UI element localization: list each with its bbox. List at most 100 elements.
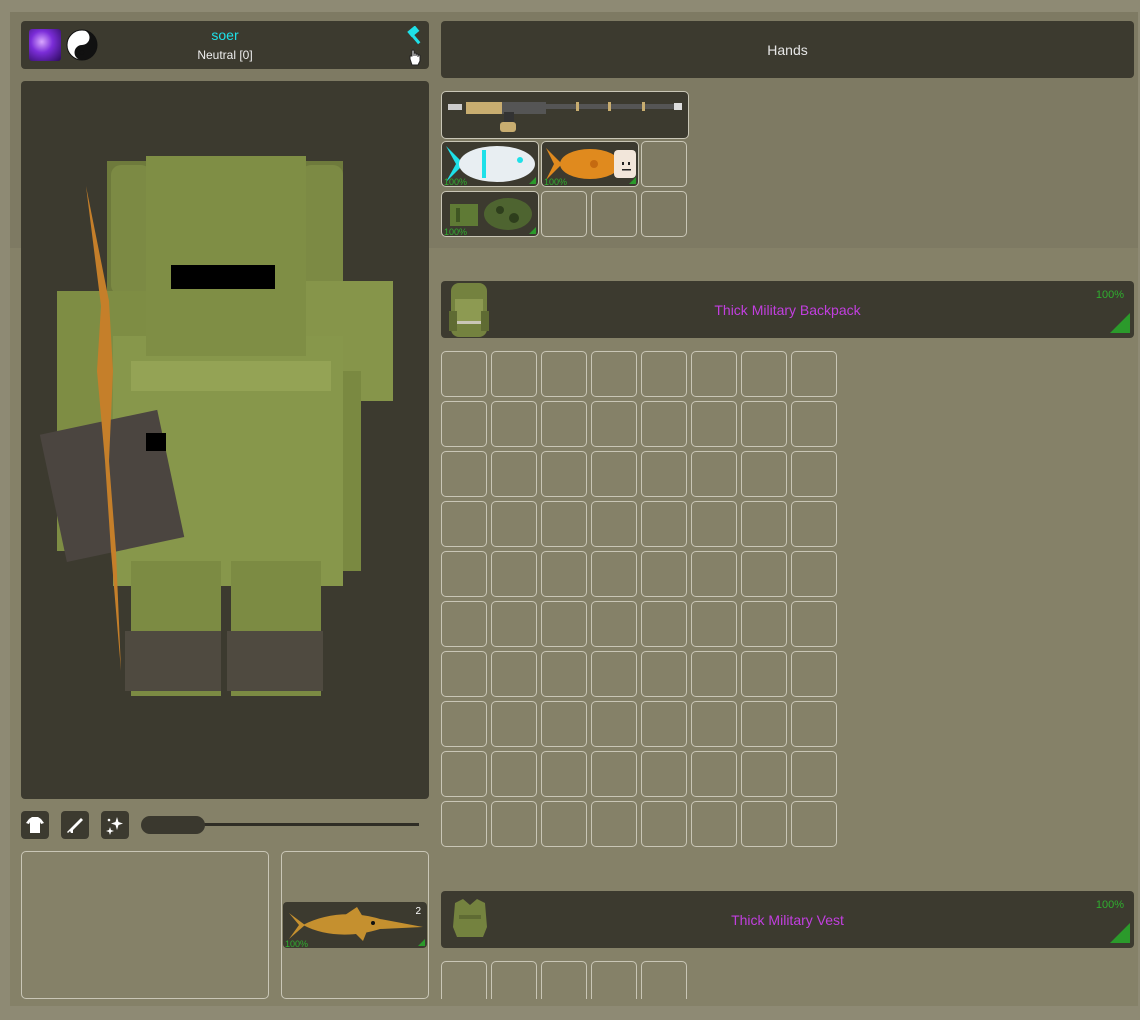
backpack-slot[interactable]: [641, 651, 687, 697]
backpack-slot[interactable]: [541, 801, 587, 847]
backpack-slot[interactable]: [741, 801, 787, 847]
backpack-slot[interactable]: [541, 501, 587, 547]
zoom-slider-fill[interactable]: [141, 816, 205, 834]
backpack-slot[interactable]: [691, 501, 737, 547]
backpack-slot[interactable]: [441, 501, 487, 547]
backpack-slot[interactable]: [741, 451, 787, 497]
sparkle-icon[interactable]: [101, 811, 129, 839]
swordfish-item[interactable]: 2 100%: [283, 902, 427, 949]
ground-storage-slot[interactable]: [21, 851, 269, 999]
backpack-slot[interactable]: [491, 651, 537, 697]
backpack-slot[interactable]: [491, 601, 537, 647]
backpack-slot[interactable]: [541, 451, 587, 497]
backpack-slot[interactable]: [641, 351, 687, 397]
hand-slot[interactable]: [641, 141, 687, 187]
backpack-slot[interactable]: [691, 351, 737, 397]
backpack-slot[interactable]: [741, 701, 787, 747]
vest-slot[interactable]: [541, 961, 587, 999]
backpack-slot[interactable]: [641, 401, 687, 447]
backpack-slot[interactable]: [791, 651, 837, 697]
hand-cursor-icon[interactable]: [407, 48, 423, 66]
backpack-slot[interactable]: [541, 701, 587, 747]
backpack-slot[interactable]: [441, 401, 487, 447]
backpack-slot[interactable]: [441, 801, 487, 847]
backpack-slot[interactable]: [591, 651, 637, 697]
backpack-slot[interactable]: [491, 701, 537, 747]
backpack-slot[interactable]: [791, 351, 837, 397]
hand-slot[interactable]: [541, 191, 587, 237]
backpack-slot[interactable]: [541, 601, 587, 647]
backpack-slot[interactable]: [791, 501, 837, 547]
backpack-slot[interactable]: [591, 551, 637, 597]
hand-item-slot[interactable]: 100%: [441, 191, 539, 237]
backpack-slot[interactable]: [491, 501, 537, 547]
backpack-slot[interactable]: [741, 351, 787, 397]
backpack-slot[interactable]: [741, 751, 787, 797]
backpack-slot[interactable]: [641, 701, 687, 747]
backpack-slot[interactable]: [691, 651, 737, 697]
backpack-slot[interactable]: [541, 351, 587, 397]
backpack-slot[interactable]: [441, 651, 487, 697]
backpack-slot[interactable]: [491, 801, 537, 847]
backpack-slot[interactable]: [641, 601, 687, 647]
backpack-slot[interactable]: [441, 551, 487, 597]
backpack-slot[interactable]: [641, 501, 687, 547]
rifle-icon[interactable]: [61, 811, 89, 839]
backpack-slot[interactable]: [491, 351, 537, 397]
backpack-slot[interactable]: [641, 801, 687, 847]
backpack-slot[interactable]: [491, 451, 537, 497]
hand-item-slot[interactable]: [441, 91, 689, 139]
hand-slot[interactable]: [591, 191, 637, 237]
vest-slot[interactable]: [441, 961, 487, 999]
backpack-slot[interactable]: [541, 751, 587, 797]
backpack-slot[interactable]: [791, 751, 837, 797]
backpack-slot[interactable]: [741, 501, 787, 547]
backpack-slot[interactable]: [791, 551, 837, 597]
backpack-slot[interactable]: [791, 801, 837, 847]
backpack-slot[interactable]: [591, 401, 637, 447]
backpack-slot[interactable]: [691, 551, 737, 597]
backpack-slot[interactable]: [441, 601, 487, 647]
backpack-slot[interactable]: [441, 751, 487, 797]
backpack-slot[interactable]: [791, 451, 837, 497]
hand-slot[interactable]: [641, 191, 687, 237]
backpack-slot[interactable]: [691, 451, 737, 497]
hand-item-slot[interactable]: 100%: [541, 141, 639, 187]
backpack-slot[interactable]: [591, 501, 637, 547]
backpack-slot[interactable]: [491, 551, 537, 597]
backpack-slot[interactable]: [591, 751, 637, 797]
shirt-icon[interactable]: [21, 811, 49, 839]
backpack-slot[interactable]: [791, 601, 837, 647]
backpack-slot[interactable]: [591, 701, 637, 747]
backpack-slot[interactable]: [441, 351, 487, 397]
backpack-slot[interactable]: [691, 751, 737, 797]
vest-slot[interactable]: [491, 961, 537, 999]
backpack-slot[interactable]: [541, 551, 587, 597]
backpack-slot[interactable]: [441, 701, 487, 747]
backpack-slot[interactable]: [691, 801, 737, 847]
character-preview[interactable]: [21, 81, 429, 799]
backpack-slot[interactable]: [741, 651, 787, 697]
hammer-icon[interactable]: [405, 26, 425, 46]
backpack-slot[interactable]: [741, 601, 787, 647]
backpack-slot[interactable]: [441, 451, 487, 497]
backpack-slot[interactable]: [491, 751, 537, 797]
hand-item-slot[interactable]: 100%: [441, 141, 539, 187]
backpack-slot[interactable]: [541, 651, 587, 697]
zoom-slider[interactable]: [141, 816, 419, 834]
backpack-slot[interactable]: [491, 401, 537, 447]
backpack-slot[interactable]: [791, 401, 837, 447]
backpack-slot[interactable]: [641, 551, 687, 597]
vest-slot[interactable]: [591, 961, 637, 999]
backpack-slot[interactable]: [591, 601, 637, 647]
backpack-header[interactable]: Thick Military Backpack 100%: [441, 281, 1134, 338]
backpack-slot[interactable]: [641, 751, 687, 797]
backpack-slot[interactable]: [541, 401, 587, 447]
backpack-slot[interactable]: [591, 351, 637, 397]
vest-header[interactable]: Thick Military Vest 100%: [441, 891, 1134, 948]
backpack-slot[interactable]: [691, 701, 737, 747]
backpack-slot[interactable]: [591, 451, 637, 497]
backpack-slot[interactable]: [691, 601, 737, 647]
equipment-slot[interactable]: 2 100%: [281, 851, 429, 999]
backpack-slot[interactable]: [741, 401, 787, 447]
